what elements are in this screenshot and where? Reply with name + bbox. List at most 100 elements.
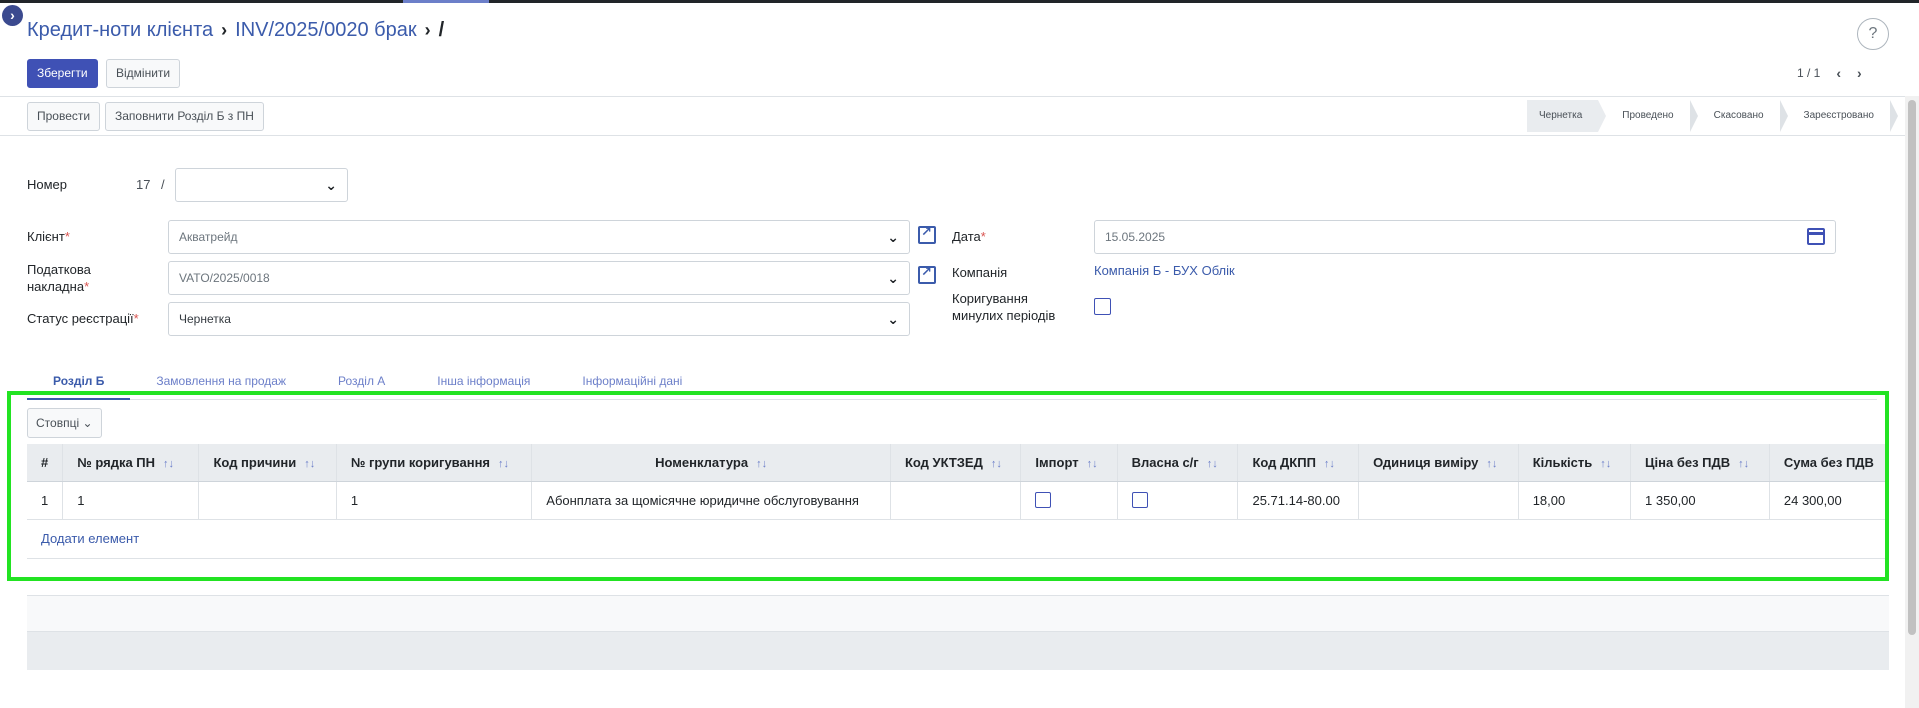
sort-icon: ↑↓ (163, 457, 175, 470)
sort-icon: ↑↓ (1486, 457, 1498, 470)
add-line-row: Додати елемент (27, 521, 1889, 559)
reg-status-field[interactable]: Чернетка ⌄ (168, 302, 910, 336)
col-header-sum[interactable]: Сума без ПДВ (1769, 444, 1889, 482)
stage-draft[interactable]: Чернетка (1527, 100, 1607, 132)
sort-icon: ↑↓ (756, 457, 768, 470)
table-footer (27, 632, 1889, 670)
company-link[interactable]: Компанія Б - БУХ Облік (1094, 263, 1235, 278)
columns-button[interactable]: Стовпці ⌄ (27, 408, 102, 438)
cell-item[interactable]: Абонплата за щомісячне юридичне обслугов… (531, 481, 891, 520)
cell-dkpp[interactable]: 25.71.14-80.00 (1237, 481, 1360, 520)
col-header-item[interactable]: Номенклатура ↑↓ (531, 444, 891, 482)
sort-icon: ↑↓ (1738, 457, 1750, 470)
col-header-uktzed[interactable]: Код УКТЗЕД ↑↓ (890, 444, 1022, 482)
col-header-pn-row[interactable]: № рядка ПН ↑↓ (62, 444, 200, 482)
cell-own-ag[interactable] (1117, 481, 1239, 520)
page-scrollbar[interactable] (1905, 96, 1919, 708)
breadcrumb-root[interactable]: Кредит-ноти клієнта (27, 19, 213, 42)
calendar-icon[interactable] (1807, 228, 1825, 245)
col-header-group[interactable]: № групи коригування ↑↓ (336, 444, 533, 482)
tab-other-info[interactable]: Інша інформація (411, 370, 556, 400)
col-header-import[interactable]: Імпорт ↑↓ (1020, 444, 1118, 482)
tab-sales-orders[interactable]: Замовлення на продаж (130, 370, 312, 400)
stage-registered[interactable]: Зареєстровано (1779, 100, 1899, 132)
number-label: Номер (27, 177, 68, 192)
tab-section-b[interactable]: Розділ Б (27, 370, 131, 400)
table-row[interactable]: 1 1 1 Абонплата за щомісячне юридичне об… (27, 481, 1889, 520)
chevron-down-icon: ⌄ (82, 416, 93, 430)
number-select[interactable]: ⌄ (175, 168, 348, 202)
status-bar: Чернетка Проведено Скасовано Зареєстрова… (1527, 100, 1899, 132)
notebook-tabs: Розділ Б Замовлення на продаж Розділ А І… (27, 370, 1877, 400)
pager-next-icon[interactable]: › (1857, 65, 1862, 81)
col-header-reason[interactable]: Код причини ↑↓ (198, 444, 337, 482)
own-ag-checkbox[interactable] (1131, 492, 1148, 509)
chevron-down-icon: ⌄ (887, 229, 899, 245)
tab-section-a[interactable]: Розділ А (312, 370, 411, 400)
add-line-link[interactable]: Додати елемент (41, 531, 139, 546)
cell-import[interactable] (1020, 481, 1118, 520)
client-label: Клієнт* (27, 229, 70, 244)
sort-icon: ↑↓ (1206, 457, 1218, 470)
post-button[interactable]: Провести (27, 102, 101, 131)
cell-reason[interactable] (198, 481, 337, 520)
past-correction-checkbox[interactable] (1094, 298, 1111, 315)
col-header-dkpp[interactable]: Код ДКПП ↑↓ (1237, 444, 1360, 482)
chevron-down-icon: ⌄ (887, 311, 899, 327)
chevron-down-icon: ⌄ (887, 270, 899, 286)
sidebar-toggle-icon[interactable]: › (2, 5, 23, 26)
cell-pn-row[interactable]: 1 (62, 481, 200, 520)
stage-posted[interactable]: Проведено (1598, 100, 1699, 132)
help-button[interactable]: ? (1857, 18, 1889, 50)
col-header-index: # (27, 444, 64, 482)
table-header-row: # № рядка ПН ↑↓ Код причини ↑↓ № групи кор… (27, 444, 1889, 482)
sort-icon: ↑↓ (304, 457, 316, 470)
external-link-icon[interactable] (918, 264, 936, 284)
col-header-own-ag[interactable]: Власна с/г ↑↓ (1117, 444, 1239, 482)
col-header-qty[interactable]: Кількість ↑↓ (1518, 444, 1632, 482)
tax-invoice-field[interactable]: VATO/2025/0018 ⌄ (168, 261, 910, 295)
external-link-icon[interactable] (918, 224, 936, 244)
date-field[interactable]: 15.05.2025 (1094, 220, 1836, 254)
client-field[interactable]: Акватрейд ⌄ (168, 220, 910, 254)
reg-status-label: Статус реєстрації* (27, 311, 139, 326)
breadcrumb-current: / (438, 19, 445, 41)
sort-icon: ↑↓ (1600, 457, 1612, 470)
cell-unit[interactable] (1358, 481, 1519, 520)
sort-icon: ↑↓ (990, 457, 1002, 470)
discard-button[interactable]: Відмінити (106, 59, 181, 88)
pager-value[interactable]: 1 / 1 (1797, 66, 1820, 80)
cell-price[interactable]: 1 350,00 (1630, 481, 1770, 520)
import-checkbox[interactable] (1035, 492, 1052, 509)
number-prefix: 17 (136, 177, 151, 192)
pager: 1 / 1 ‹ › (1797, 65, 1862, 81)
save-button[interactable]: Зберегти (27, 59, 98, 88)
number-slash: / (161, 177, 165, 192)
cell-index: 1 (27, 481, 64, 520)
col-header-unit[interactable]: Одиниця виміру ↑↓ (1358, 444, 1519, 482)
sort-icon: ↑↓ (1086, 457, 1098, 470)
company-label: Компанія (952, 265, 1008, 280)
fill-section-b-button[interactable]: Заповнити Розділ Б з ПН (105, 102, 264, 131)
sort-icon: ↑↓ (1323, 457, 1335, 470)
past-correction-label: Коригування минулих періодів (952, 291, 1056, 323)
lines-table: # № рядка ПН ↑↓ Код причини ↑↓ № групи кор… (27, 444, 1889, 520)
sort-icon: ↑↓ (498, 457, 510, 470)
empty-row (27, 559, 1889, 596)
tax-invoice-label: Податкова накладна* (27, 262, 91, 294)
breadcrumb-record[interactable]: INV/2025/0020 брак (235, 19, 416, 42)
empty-row (27, 596, 1889, 632)
cell-uktzed[interactable] (890, 481, 1022, 520)
top-loading-bar (0, 0, 1919, 3)
col-header-price[interactable]: Ціна без ПДВ ↑↓ (1630, 444, 1770, 482)
chevron-right-icon: › (424, 20, 431, 40)
chevron-right-icon: › (221, 20, 228, 40)
stage-cancelled[interactable]: Скасовано (1689, 100, 1788, 132)
chevron-down-icon: ⌄ (325, 177, 337, 193)
breadcrumb: Кредит-ноти клієнта › INV/2025/0020 брак… (27, 19, 444, 42)
cell-sum[interactable]: 24 300,00 (1769, 481, 1889, 520)
cell-qty[interactable]: 18,00 (1518, 481, 1632, 520)
pager-prev-icon[interactable]: ‹ (1836, 65, 1841, 81)
tab-info-data[interactable]: Інформаційні дані (556, 370, 708, 400)
cell-group[interactable]: 1 (336, 481, 533, 520)
